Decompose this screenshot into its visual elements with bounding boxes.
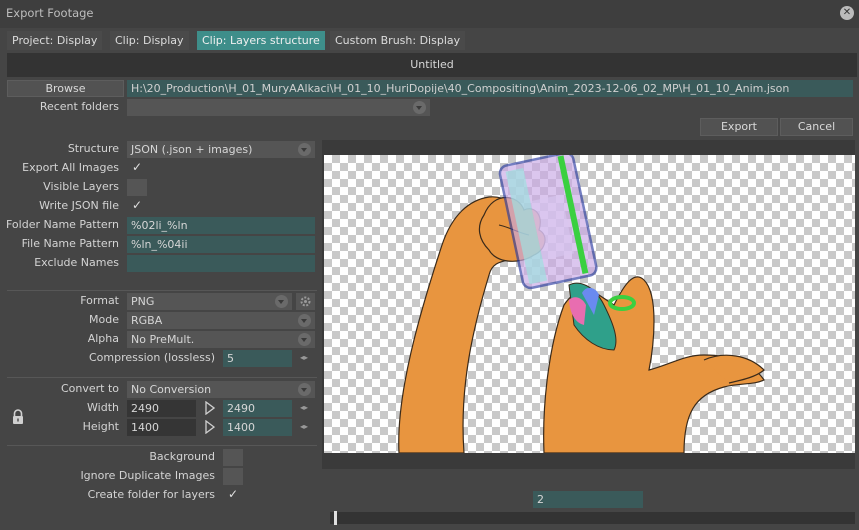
divider <box>7 290 317 291</box>
ignore-duplicates-checkbox[interactable] <box>223 468 243 485</box>
play-arrow-icon[interactable] <box>205 419 216 437</box>
alpha-select[interactable]: No PreMult. <box>127 331 315 348</box>
mode-label: Mode <box>89 313 119 326</box>
export-button[interactable]: Export <box>700 118 778 136</box>
compression-stepper[interactable]: ◂▸ <box>300 353 308 362</box>
format-select[interactable]: PNG <box>127 293 292 310</box>
chevron-down-icon <box>298 333 311 346</box>
file-name-pattern-label: File Name Pattern <box>21 237 119 250</box>
width-stepper[interactable]: ◂▸ <box>300 403 308 412</box>
lock-icon[interactable] <box>11 409 25 425</box>
frame-input[interactable]: 2 <box>533 491 643 508</box>
structure-label: Structure <box>67 142 119 155</box>
background-label: Background <box>149 450 215 463</box>
chevron-down-icon <box>413 101 426 114</box>
divider <box>7 445 317 446</box>
write-json-label: Write JSON file <box>39 199 119 212</box>
format-label: Format <box>80 294 119 307</box>
write-json-checkbox[interactable]: ✓ <box>132 198 142 212</box>
structure-select[interactable]: JSON (.json + images) <box>127 141 315 158</box>
background-checkbox[interactable] <box>223 449 243 466</box>
source-width-value: 2490 <box>127 400 196 417</box>
export-all-images-label: Export All Images <box>22 161 119 174</box>
recent-folders-select[interactable] <box>127 99 430 116</box>
alpha-label: Alpha <box>87 332 119 345</box>
gear-icon <box>300 296 311 307</box>
browse-button[interactable]: Browse <box>7 80 124 97</box>
format-settings-button[interactable] <box>296 293 315 310</box>
create-folder-label: Create folder for layers <box>87 488 215 501</box>
source-height-value: 1400 <box>127 419 196 436</box>
chevron-down-icon <box>275 295 288 308</box>
title-bar <box>0 0 859 28</box>
preview-image <box>324 155 855 453</box>
convert-to-select[interactable]: No Conversion <box>127 381 315 398</box>
recent-folders-label: Recent folders <box>39 100 119 113</box>
height-stepper[interactable]: ◂▸ <box>300 422 308 431</box>
tab-custom-brush-display[interactable]: Custom Brush: Display <box>330 31 466 50</box>
tab-clip-display[interactable]: Clip: Display <box>110 31 189 50</box>
preview-footer <box>324 453 855 467</box>
compression-label: Compression (lossless) <box>89 351 215 364</box>
exclude-names-input[interactable] <box>127 255 315 272</box>
convert-to-label: Convert to <box>60 382 119 395</box>
chevron-down-icon <box>298 383 311 396</box>
divider <box>7 377 317 378</box>
document-name: Untitled <box>7 53 857 77</box>
folder-name-pattern-input[interactable]: %02li_%ln <box>127 217 315 234</box>
timeline-slider[interactable] <box>330 511 855 525</box>
cancel-button[interactable]: Cancel <box>780 118 853 136</box>
timeline-handle[interactable] <box>334 511 337 525</box>
compression-input[interactable]: 5 <box>223 350 292 367</box>
target-height-input[interactable]: 1400 <box>223 419 292 436</box>
mode-select[interactable]: RGBA <box>127 312 315 329</box>
exclude-names-label: Exclude Names <box>34 256 119 269</box>
play-arrow-icon[interactable] <box>205 400 216 418</box>
target-width-input[interactable]: 2490 <box>223 400 292 417</box>
close-icon[interactable]: ✕ <box>840 6 854 20</box>
create-folder-checkbox[interactable]: ✓ <box>228 487 238 501</box>
chevron-down-icon <box>298 314 311 327</box>
export-all-images-checkbox[interactable]: ✓ <box>132 160 142 174</box>
tab-project-display[interactable]: Project: Display <box>7 31 103 50</box>
file-name-pattern-input[interactable]: %ln_%04ii <box>127 236 315 253</box>
folder-name-pattern-label: Folder Name Pattern <box>5 218 119 231</box>
tab-clip-layers-structure[interactable]: Clip: Layers structure <box>197 31 325 50</box>
chevron-down-icon <box>298 143 311 156</box>
window-title: Export Footage <box>6 6 94 20</box>
visible-layers-checkbox[interactable] <box>127 179 147 196</box>
visible-layers-label: Visible Layers <box>43 180 119 193</box>
ignore-duplicates-label: Ignore Duplicate Images <box>80 469 215 482</box>
path-field[interactable]: H:\20_Production\H_01_MuryAAlkaci\H_01_1… <box>127 80 853 97</box>
